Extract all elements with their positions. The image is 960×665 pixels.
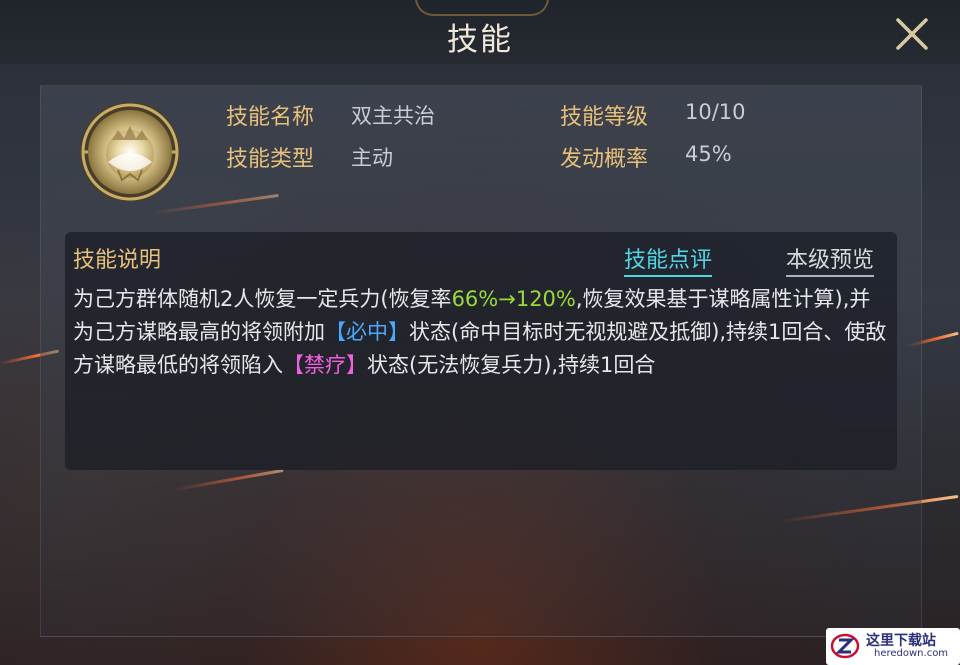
- skill-level-value: 10/10: [685, 100, 746, 124]
- skill-name-value: 双主共治: [351, 104, 435, 128]
- watermark-url: heredown.com: [874, 648, 949, 659]
- skill-name-label: 技能名称: [226, 105, 315, 130]
- skill-review-link[interactable]: 技能点评: [624, 242, 713, 277]
- trigger-chance-label: 发动概率: [560, 147, 649, 172]
- skill-emblem-icon: [78, 100, 182, 204]
- heal-ban-status-highlight: 【禁疗】: [283, 353, 367, 377]
- level-preview-link[interactable]: 本级预览: [786, 242, 875, 277]
- trigger-chance-value: 45%: [685, 142, 732, 166]
- close-button[interactable]: [890, 12, 934, 56]
- watermark-logo-icon: [830, 633, 860, 659]
- description-segment: 状态(无法恢复兵力),持续1回合: [367, 353, 656, 377]
- title-bar: 技能: [0, 0, 960, 64]
- skill-level-label: 技能等级: [560, 105, 649, 130]
- watermark-name: 这里下载站: [866, 633, 936, 649]
- close-icon: [896, 18, 928, 50]
- recovery-rate-highlight: 66%→120%: [451, 287, 576, 311]
- skill-type-value: 主动: [351, 146, 393, 170]
- skill-type-label: 技能类型: [226, 147, 315, 172]
- page-title: 技能: [447, 22, 513, 58]
- description-text: 为己方群体随机2人恢复一定兵力(恢复率66%→120%,恢复效果基于谋略属性计算…: [73, 283, 888, 382]
- description-title: 技能说明: [73, 248, 162, 273]
- sure-hit-status-highlight: 【必中】: [325, 320, 409, 344]
- description-segment: 为己方群体随机2人恢复一定兵力(恢复率: [73, 287, 452, 311]
- watermark: 这里下载站 heredown.com: [826, 628, 960, 665]
